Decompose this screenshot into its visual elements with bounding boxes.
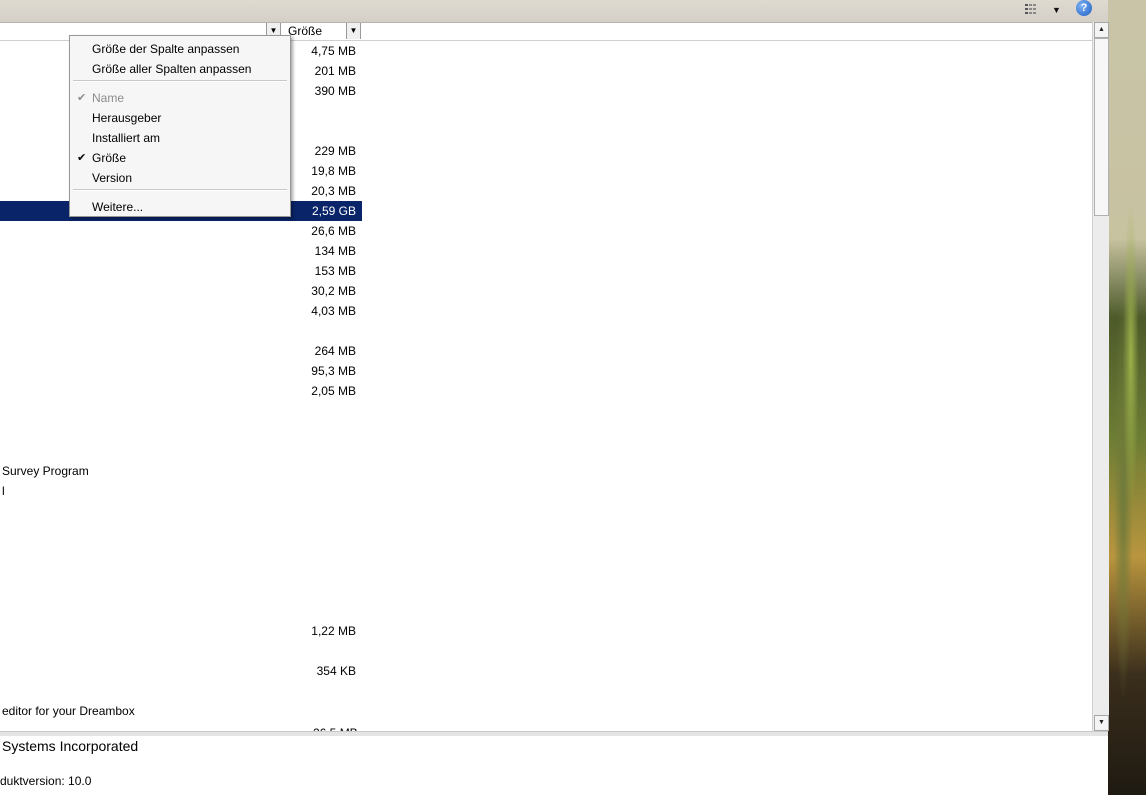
check-icon: ✔ <box>77 152 87 164</box>
desktop-wallpaper <box>1108 0 1146 795</box>
menu-item-label: Name <box>92 91 125 105</box>
row-size: 4,75 MB <box>311 44 356 58</box>
chevron-down-icon[interactable]: ▼ <box>1052 5 1061 15</box>
row-size: 26,6 MB <box>311 224 356 238</box>
table-row[interactable]: 1,22 MB <box>0 621 362 641</box>
menu-item-installed-on[interactable]: Installiert am <box>71 128 289 148</box>
menu-item-more[interactable]: Weitere... <box>71 197 289 217</box>
row-size: 2,59 GB <box>311 204 356 218</box>
table-row[interactable]: 4,03 MB <box>0 301 362 321</box>
help-icon[interactable]: ? <box>1076 0 1092 16</box>
chevron-down-icon[interactable]: ▼ <box>346 23 361 39</box>
menu-item-fit-all-columns[interactable]: Größe aller Spalten anpassen <box>71 59 289 79</box>
menu-item-version[interactable]: Version <box>71 168 289 188</box>
menu-item-label: Installiert am <box>92 131 161 145</box>
details-version-value: 10.0 <box>68 774 92 788</box>
row-size: 390 MB <box>314 84 356 98</box>
row-size: 4,03 MB <box>311 304 356 318</box>
details-version: duktversion: 10.0 <box>0 774 91 788</box>
column-header-size[interactable]: Größe <box>288 24 322 38</box>
table-row[interactable] <box>0 681 362 701</box>
table-row[interactable] <box>0 561 362 581</box>
menu-item-name: ✔ Name <box>71 88 289 108</box>
menu-item-fit-column[interactable]: Größe der Spalte anpassen <box>71 39 289 59</box>
row-size: 2,05 MB <box>311 384 356 398</box>
menu-separator <box>73 189 287 191</box>
menu-item-label: Größe der Spalte anpassen <box>92 42 240 56</box>
menu-item-size[interactable]: ✔ Größe <box>71 148 289 168</box>
view-options-icon[interactable] <box>1025 4 1039 16</box>
table-row[interactable] <box>0 521 362 541</box>
menu-item-label: Größe aller Spalten anpassen <box>92 62 252 76</box>
table-row[interactable]: Survey Program <box>0 461 362 481</box>
table-row[interactable]: 264 MB <box>0 341 362 361</box>
table-row[interactable] <box>0 421 362 441</box>
programs-window: ▼ ? ▼ Größe ▼ 4,75 MB 201 MB 390 MB 229 MB 1… <box>0 0 1109 795</box>
details-publisher: Systems Incorporated <box>2 738 139 754</box>
table-row[interactable]: 95,3 MB <box>0 361 362 381</box>
toolbar: ▼ ? <box>0 0 1108 23</box>
table-row[interactable]: editor for your Dreambox <box>0 701 362 721</box>
row-size: 19,8 MB <box>311 164 356 178</box>
menu-item-publisher[interactable]: Herausgeber <box>71 108 289 128</box>
scrollbar-thumb[interactable] <box>1094 38 1109 216</box>
row-size: 229 MB <box>314 144 356 158</box>
vertical-scrollbar[interactable]: ▲ ▼ <box>1092 22 1109 731</box>
table-row[interactable] <box>0 581 362 601</box>
column-context-menu: Größe der Spalte anpassen Größe aller Spa… <box>69 35 291 217</box>
row-size: 20,3 MB <box>311 184 356 198</box>
table-row[interactable] <box>0 401 362 421</box>
check-icon: ✔ <box>77 92 87 104</box>
row-size: 134 MB <box>314 244 356 258</box>
menu-item-label: Größe <box>92 151 127 165</box>
scroll-down-icon[interactable]: ▼ <box>1094 715 1109 731</box>
table-row[interactable]: 354 KB <box>0 661 362 681</box>
table-row[interactable] <box>0 441 362 461</box>
table-row[interactable] <box>0 601 362 621</box>
details-pane: Systems Incorporated duktversion: 10.0 <box>0 736 1108 795</box>
scroll-up-icon[interactable]: ▲ <box>1094 22 1109 38</box>
table-row[interactable]: 2,05 MB <box>0 381 362 401</box>
row-size: 153 MB <box>314 264 356 278</box>
table-row[interactable]: l <box>0 481 362 501</box>
row-name: editor for your Dreambox <box>2 704 135 718</box>
row-name: Survey Program <box>2 464 89 478</box>
table-row[interactable] <box>0 641 362 661</box>
menu-item-label: Version <box>92 171 133 185</box>
table-row[interactable]: 26,6 MB <box>0 221 362 241</box>
row-size: 201 MB <box>314 64 356 78</box>
row-size: 264 MB <box>314 344 356 358</box>
table-row[interactable] <box>0 541 362 561</box>
row-size: 95,3 MB <box>311 364 356 378</box>
row-size: 1,22 MB <box>311 624 356 638</box>
table-row[interactable]: 134 MB <box>0 241 362 261</box>
table-row[interactable]: 153 MB <box>0 261 362 281</box>
row-size: 30,2 MB <box>311 284 356 298</box>
table-row[interactable] <box>0 501 362 521</box>
table-row[interactable] <box>0 321 362 341</box>
details-version-label: duktversion: <box>0 774 65 788</box>
row-size: 354 KB <box>316 664 356 678</box>
menu-item-label: Weitere... <box>92 200 144 214</box>
menu-item-label: Herausgeber <box>92 111 162 125</box>
row-name: l <box>2 484 5 498</box>
menu-separator <box>73 80 287 82</box>
table-row[interactable]: 30,2 MB <box>0 281 362 301</box>
